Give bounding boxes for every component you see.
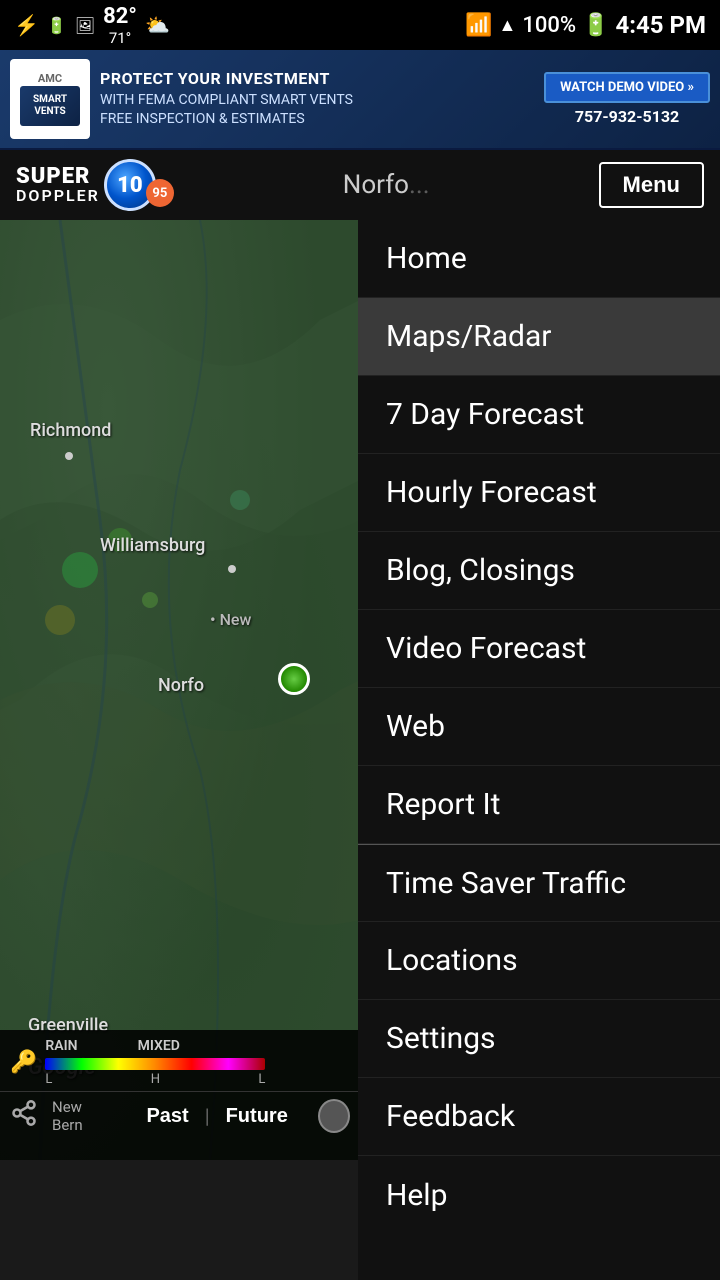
menu-button[interactable]: Menu [599,162,704,208]
nav-city: New Bern [52,1098,112,1134]
app-logo: SUPER DOPPLER 10 95 [16,159,174,211]
ad-watch-button[interactable]: WATCH DEMO VIDEO » [544,72,710,103]
menu-item-video[interactable]: Video Forecast [358,610,720,688]
key-icon: 🔑 [10,1050,37,1075]
map-label-williamsburg: Williamsburg [100,535,205,556]
nav-buttons: Past | Future [130,1099,303,1134]
battery-percent: 100% [522,13,576,38]
logo-text: SUPER DOPPLER [16,166,100,204]
menu-item-home[interactable]: Home [358,220,720,298]
menu-item-help[interactable]: Help [358,1156,720,1234]
legend-low: L [45,1072,52,1087]
ad-headline: PROTECT YOUR INVESTMENT [100,68,534,90]
map-marker-norfolk [278,663,310,695]
map-label-new: • New [210,610,251,629]
weather-icon: ⛅ [145,13,170,37]
ad-text-block: PROTECT YOUR INVESTMENT WITH FEMA COMPLI… [100,68,534,130]
map-label-richmond: Richmond [30,420,111,441]
logo-number: 10 [117,173,143,198]
app-header: SUPER DOPPLER 10 95 Norfo... Menu [0,150,720,220]
ad-phone: 757-932-5132 [575,107,679,126]
ad-content: AMC SMARTVENTS PROTECT YOUR INVESTMENT W… [0,59,720,139]
legend-row: 🔑 RAIN MIXED L H L [0,1030,360,1091]
ad-subtext: WITH FEMA COMPLIANT SMART VENTS [100,91,534,111]
status-right-icons: 📶 ▲ 100% 🔋 4:45 PM [465,11,706,39]
status-left-icons: ⚡ 🔋 🖼 82° 71° ⛅ [14,4,170,47]
menu-item-maps-radar[interactable]: Maps/Radar [358,298,720,376]
main-temp: 82° [103,4,137,29]
legend-bar [45,1058,265,1070]
map-dot-richmond [65,452,73,460]
nav-row: New Bern Past | Future [0,1091,360,1140]
nav-circle-button[interactable] [318,1099,350,1133]
battery-icon: 🔋 [582,13,609,38]
menu-item-settings[interactable]: Settings [358,1000,720,1078]
menu-panel: Home Maps/Radar 7 Day Forecast Hourly Fo… [358,220,720,1280]
logo-super: SUPER [16,166,100,188]
status-bar: ⚡ 🔋 🖼 82° 71° ⛅ 📶 ▲ 100% 🔋 4:45 PM [0,0,720,50]
usb-icon: ⚡ [14,13,39,37]
sub-temp: 71° [109,29,131,47]
menu-item-report[interactable]: Report It [358,766,720,844]
rain-label: RAIN [45,1038,77,1054]
menu-item-hourly[interactable]: Hourly Forecast [358,454,720,532]
menu-item-locations[interactable]: Locations [358,922,720,1000]
map-label-norfolk: Norfo [158,675,204,696]
ad-line2: FREE INSPECTION & ESTIMATES [100,110,534,130]
header-city: Norfo... [343,170,430,200]
status-time: 4:45 PM [615,11,706,39]
map-background[interactable]: Richmond Williamsburg • New Norfo Greenv… [0,220,360,1160]
battery-full-icon: 🔋 [47,16,67,35]
wifi-icon: 📶 [465,13,492,38]
menu-item-blog[interactable]: Blog, Closings [358,532,720,610]
menu-item-web[interactable]: Web [358,688,720,766]
bottom-bar: 🔑 RAIN MIXED L H L N [0,1030,360,1160]
logo-doppler: DOPPLER [16,188,100,204]
legend-labels: RAIN MIXED L H L [45,1038,265,1087]
future-button[interactable]: Future [210,1099,304,1134]
menu-item-7day[interactable]: 7 Day Forecast [358,376,720,454]
ad-logo: AMC SMARTVENTS [10,59,90,139]
logo-badge: 95 [146,179,174,207]
image-icon: 🖼 [75,16,95,35]
past-button[interactable]: Past [130,1099,204,1134]
share-icon[interactable] [10,1099,38,1133]
ad-banner[interactable]: AMC SMARTVENTS PROTECT YOUR INVESTMENT W… [0,50,720,150]
menu-item-feedback[interactable]: Feedback [358,1078,720,1156]
legend-range: L H L [45,1072,265,1087]
temperature-display: 82° 71° [103,4,137,47]
ad-logo-text: AMC SMARTVENTS [20,72,80,125]
mixed-label: MIXED [138,1038,180,1054]
legend-top: RAIN MIXED [45,1038,265,1054]
legend-low2: L [258,1072,265,1087]
legend-high: H [151,1072,160,1087]
menu-item-traffic[interactable]: Time Saver Traffic [358,844,720,922]
map-dot-williamsburg [228,565,236,573]
signal-icon: ▲ [499,15,517,36]
